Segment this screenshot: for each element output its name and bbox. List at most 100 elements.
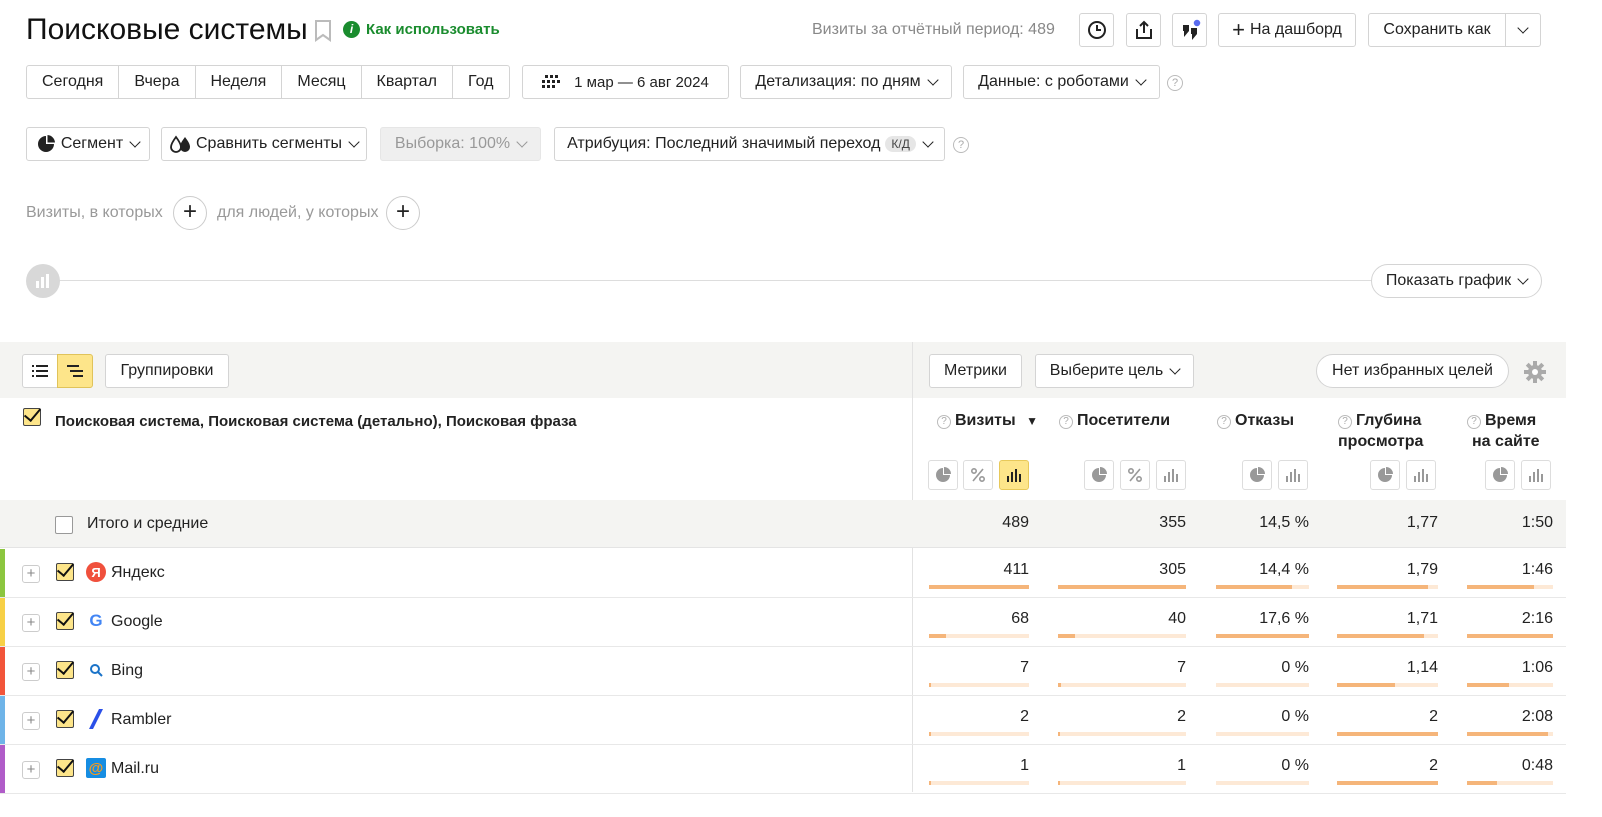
bounce-bars-toggle[interactable] [1278,460,1308,490]
show-chart-button[interactable]: Показать график [1371,264,1542,298]
attribution-dropdown[interactable]: Атрибуция: Последний значимый переход К/… [554,127,945,161]
col-time-header[interactable]: ? Время на сайте [1467,410,1540,452]
depth-pie-toggle[interactable] [1370,460,1400,490]
how-to-use-link[interactable]: i Как использовать [343,21,500,38]
expand-row-button[interactable]: + [22,614,40,632]
row-time: 0:48 [1521,757,1553,774]
add-people-condition-button[interactable]: + [386,196,420,230]
period-month[interactable]: Месяц [281,66,360,98]
row-visits-bar [929,634,1029,638]
to-dashboard-button[interactable]: + На дашборд [1218,13,1356,47]
chevron-down-icon [516,135,528,148]
choose-goal-dropdown[interactable]: Выберите цель [1035,354,1194,388]
expand-row-button[interactable]: + [22,761,40,779]
help-icon[interactable]: ? [1217,415,1231,429]
expand-row-button[interactable]: + [22,712,40,730]
table-row[interactable]: + G Google 68 40 17,6 % 1,71 2:16 [0,598,1566,647]
chart-toggle-icon[interactable] [26,264,60,298]
page-title: Поисковые системы [26,13,308,46]
period-quarter[interactable]: Квартал [360,66,452,98]
totals-checkbox[interactable] [55,516,73,534]
time-bars-toggle[interactable] [1521,460,1551,490]
visits-percent-toggle[interactable] [963,460,993,490]
view-tree-button[interactable] [57,354,93,388]
row-checkbox[interactable] [56,759,74,777]
sample-dropdown: Выборка: 100% [380,127,541,161]
bounce-pie-toggle[interactable] [1242,460,1272,490]
row-color-stripe [0,549,5,597]
row-bounce-bar [1216,732,1309,736]
feedback-button[interactable] [1172,13,1207,47]
metrics-button[interactable]: Метрики [929,354,1022,388]
detail-dropdown[interactable]: Детализация: по дням [740,65,952,99]
help-icon[interactable]: ? [953,137,969,153]
depth-bars-toggle[interactable] [1406,460,1436,490]
row-bounce-bar [1216,585,1309,589]
expand-row-button[interactable]: + [22,663,40,681]
help-icon[interactable]: ? [1167,75,1183,91]
segment-dropdown[interactable]: Сегмент [26,127,150,161]
add-visit-condition-button[interactable]: + [173,196,207,230]
row-checkbox[interactable] [56,612,74,630]
row-checkbox[interactable] [56,563,74,581]
col-bounce-header[interactable]: ? Отказы [1217,410,1294,431]
visitors-bars-toggle[interactable] [1156,460,1186,490]
no-favorite-goals-button[interactable]: Нет избранных целей [1316,354,1509,388]
history-button[interactable] [1079,13,1114,47]
row-color-stripe [0,598,5,646]
table-row[interactable]: + Rambler 2 2 0 % 2 2:08 [0,696,1566,745]
gear-icon[interactable] [1524,361,1546,388]
row-checkbox[interactable] [56,661,74,679]
row-name[interactable]: Bing [111,662,143,680]
period-year[interactable]: Год [452,66,508,98]
select-all-checkbox[interactable] [23,408,41,426]
save-as-dropdown-button[interactable] [1505,13,1541,47]
share-button[interactable] [1126,13,1161,47]
row-visitors: 2 [1177,708,1186,725]
data-dropdown[interactable]: Данные: с роботами [963,65,1160,99]
period-week[interactable]: Неделя [194,66,282,98]
yandex-logo-icon: Я [86,562,106,582]
compare-segments-dropdown[interactable]: Сравнить сегменты [161,127,367,161]
table-row[interactable]: + @ Mail.ru 1 1 0 % 2 0:48 [0,745,1566,794]
col-visitors-header[interactable]: ? Посетители [1059,410,1170,431]
table-row[interactable]: + Bing 7 7 0 % 1,14 1:06 [0,647,1566,696]
row-checkbox[interactable] [56,710,74,728]
help-icon[interactable]: ? [1338,415,1352,429]
help-icon[interactable]: ? [1467,415,1481,429]
help-icon[interactable]: ? [937,415,951,429]
row-name[interactable]: Mail.ru [111,760,159,778]
row-bounce: 17,6 % [1259,610,1309,627]
period-yesterday[interactable]: Вчера [118,66,194,98]
expand-row-button[interactable]: + [22,565,40,583]
row-visitors: 40 [1168,610,1186,627]
row-bounce-bar [1216,634,1309,638]
visitors-pie-toggle[interactable] [1084,460,1114,490]
visits-condition-label: Визиты, в которых [26,204,163,221]
row-bounce: 0 % [1281,757,1309,774]
time-pie-toggle[interactable] [1485,460,1515,490]
google-logo-icon: G [89,611,103,630]
bookmark-icon[interactable] [314,20,332,47]
date-range-button[interactable]: 1 мар — 6 авг 2024 [522,65,729,99]
visits-pie-toggle[interactable] [928,460,958,490]
visits-bars-toggle[interactable] [999,460,1029,490]
col-depth-header[interactable]: ? Глубина просмотра [1338,410,1423,452]
quote-icon [1182,19,1201,40]
period-today[interactable]: Сегодня [27,66,118,98]
row-time-bar [1467,634,1553,638]
help-icon[interactable]: ? [1059,415,1073,429]
view-list-button[interactable] [22,354,58,388]
visitors-percent-toggle[interactable] [1120,460,1150,490]
row-time: 2:16 [1521,610,1553,627]
col-visits-header[interactable]: ? Визиты ▼ [937,410,1038,432]
table-row[interactable]: + Я Яндекс 411 305 14,4 % 1,79 1:46 [0,549,1566,598]
row-bounce: 0 % [1281,659,1309,676]
groupings-button[interactable]: Группировки [105,354,229,388]
save-as-button[interactable]: Сохранить как [1368,13,1506,47]
row-name[interactable]: Rambler [111,711,171,729]
row-name[interactable]: Google [111,613,163,631]
row-name[interactable]: Яндекс [111,564,165,582]
totals-row: Итого и средние 489 355 14,5 % 1,77 1:50 [0,500,1566,548]
visits-period-label: Визиты за отчётный период: 489 [812,21,1055,38]
